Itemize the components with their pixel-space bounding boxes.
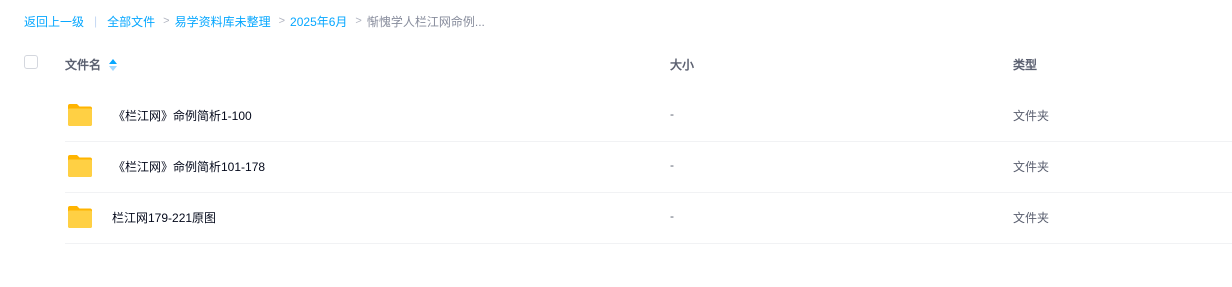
back-link[interactable]: 返回上一级 [24,13,84,30]
breadcrumb-separator: > [163,15,170,27]
file-type: 文件夹 [1013,109,1050,123]
folder-icon [67,205,93,229]
file-name[interactable]: 栏江网179-221原图 [112,209,216,226]
breadcrumb-item-month[interactable]: 2025年6月 [290,13,347,30]
file-type: 文件夹 [1013,211,1050,225]
folder-icon [67,103,93,127]
file-size: - [670,209,674,223]
table-row[interactable]: 《栏江网》命例简析1-100 - 文件夹 [65,90,1232,142]
select-all-checkbox[interactable] [24,55,38,69]
file-size: - [670,158,674,172]
breadcrumb-divider: | [94,14,98,28]
table-row[interactable]: 栏江网179-221原图 - 文件夹 [65,192,1232,244]
table-header: 文件名 大小 类型 [0,48,1232,80]
file-name[interactable]: 《栏江网》命例简析1-100 [113,107,252,124]
table-row[interactable]: 《栏江网》命例简析101-178 - 文件夹 [65,141,1232,193]
folder-icon [67,154,93,178]
column-header-size[interactable]: 大小 [670,56,694,73]
file-name[interactable]: 《栏江网》命例简析101-178 [113,158,265,175]
breadcrumb-separator: > [355,15,362,27]
column-header-type[interactable]: 类型 [1013,56,1037,73]
column-header-name-label: 文件名 [65,58,102,72]
breadcrumb-item-all-files[interactable]: 全部文件 [107,13,155,30]
breadcrumb-item-library[interactable]: 易学资料库未整理 [175,13,271,30]
file-type: 文件夹 [1013,160,1050,174]
sort-icon[interactable] [109,58,118,71]
breadcrumb: 返回上一级 | 全部文件 > 易学资料库未整理 > 2025年6月 > 惭愧学人… [24,12,485,30]
file-size: - [670,107,674,121]
column-header-name[interactable]: 文件名 [65,56,118,73]
breadcrumb-current: 惭愧学人栏江网命例... [366,14,485,29]
breadcrumb-separator: > [278,15,286,27]
